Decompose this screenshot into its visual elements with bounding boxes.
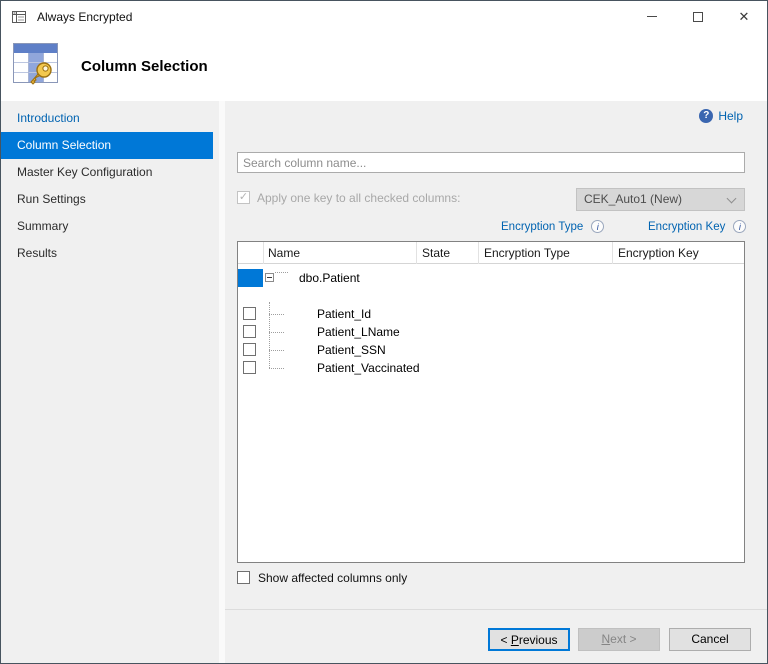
encryption-type-link-group: Encryption Type i bbox=[501, 220, 604, 233]
column-divider bbox=[612, 242, 613, 264]
next-button[interactable]: Next > bbox=[578, 628, 660, 651]
wizard-steps-sidebar: Introduction Column Selection Master Key… bbox=[1, 101, 225, 663]
encryption-type-info-icon[interactable]: i bbox=[591, 220, 604, 233]
tree-node-label[interactable]: Patient_SSN bbox=[317, 341, 386, 359]
sidebar-item-introduction[interactable]: Introduction bbox=[1, 105, 213, 132]
sidebar-item-column-selection[interactable]: Column Selection bbox=[1, 132, 213, 159]
tree-node-label[interactable]: dbo.Patient bbox=[299, 269, 360, 287]
encryption-key-link-group: Encryption Key i bbox=[648, 220, 746, 233]
column-divider bbox=[263, 242, 264, 264]
columns-table: Name State Encryption Type Encryption Ke… bbox=[237, 241, 745, 563]
encryption-type-link[interactable]: Encryption Type bbox=[501, 221, 583, 233]
table-row[interactable]: dbo.Patient bbox=[238, 269, 744, 287]
next-label: Next > bbox=[601, 632, 636, 646]
row-checkbox[interactable] bbox=[243, 325, 256, 338]
column-header-name[interactable]: Name bbox=[268, 242, 300, 264]
sidebar-item-summary[interactable]: Summary bbox=[1, 213, 213, 240]
column-header-encryption-key[interactable]: Encryption Key bbox=[618, 242, 699, 264]
table-row[interactable]: Patient_Id bbox=[238, 305, 744, 323]
show-affected-label: Show affected columns only bbox=[258, 571, 407, 585]
row-checkbox[interactable] bbox=[243, 361, 256, 374]
encryption-key-info-icon[interactable]: i bbox=[733, 220, 746, 233]
cancel-button[interactable]: Cancel bbox=[669, 628, 751, 651]
column-header-encryption-type[interactable]: Encryption Type bbox=[484, 242, 570, 264]
column-divider bbox=[416, 242, 417, 264]
close-button[interactable]: ✕ bbox=[721, 1, 767, 32]
footer-divider bbox=[225, 609, 767, 610]
chevron-down-icon bbox=[727, 194, 737, 204]
page-title: Column Selection bbox=[81, 58, 208, 75]
previous-button[interactable]: < Previous bbox=[488, 628, 570, 651]
minimize-icon bbox=[647, 16, 657, 17]
help-link[interactable]: ? Help bbox=[699, 109, 743, 123]
cancel-label: Cancel bbox=[691, 632, 728, 646]
table-row[interactable]: Patient_LName bbox=[238, 323, 744, 341]
sidebar-item-results[interactable]: Results bbox=[1, 240, 213, 267]
column-selection-panel: ? Help ✓ Apply one key to all checked co… bbox=[225, 101, 767, 663]
table-key-icon bbox=[11, 40, 61, 88]
wizard-steps-list: Introduction Column Selection Master Key… bbox=[1, 105, 213, 267]
columns-table-header: Name State Encryption Type Encryption Ke… bbox=[238, 242, 744, 264]
apply-one-key-label: Apply one key to all checked columns: bbox=[257, 191, 460, 205]
help-icon: ? bbox=[699, 109, 713, 123]
table-row[interactable]: Patient_Vaccinated bbox=[238, 359, 744, 377]
help-label: Help bbox=[718, 109, 743, 123]
sidebar-item-master-key-configuration[interactable]: Master Key Configuration bbox=[1, 159, 213, 186]
row-checkbox[interactable] bbox=[243, 307, 256, 320]
tree-collapse-icon[interactable] bbox=[265, 273, 274, 282]
tree-node-label[interactable]: Patient_Vaccinated bbox=[317, 359, 420, 377]
apply-one-key-checkbox[interactable]: ✓ bbox=[237, 191, 250, 204]
row-selector-cell[interactable] bbox=[238, 269, 263, 287]
columns-table-body: dbo.Patient Patient_Id Patient_LName Pat… bbox=[238, 264, 744, 562]
maximize-button[interactable] bbox=[675, 1, 721, 32]
window-title: Always Encrypted bbox=[37, 10, 132, 24]
window-controls: ✕ bbox=[629, 1, 767, 32]
tree-node-label[interactable]: Patient_LName bbox=[317, 323, 400, 341]
minimize-button[interactable] bbox=[629, 1, 675, 32]
title-bar: Always Encrypted ✕ bbox=[1, 1, 767, 32]
cek-dropdown-value: CEK_Auto1 (New) bbox=[584, 192, 682, 206]
sidebar-item-run-settings[interactable]: Run Settings bbox=[1, 186, 213, 213]
always-encrypted-wizard-window: Always Encrypted ✕ Column Selection Intr bbox=[0, 0, 768, 664]
search-column-input[interactable] bbox=[237, 152, 745, 173]
wizard-body: Introduction Column Selection Master Key… bbox=[1, 101, 767, 663]
cek-dropdown[interactable]: CEK_Auto1 (New) bbox=[576, 188, 745, 211]
show-affected-checkbox[interactable] bbox=[237, 571, 250, 584]
column-divider bbox=[478, 242, 479, 264]
tree-node-label[interactable]: Patient_Id bbox=[317, 305, 371, 323]
previous-label: < Previous bbox=[500, 633, 557, 647]
row-checkbox[interactable] bbox=[243, 343, 256, 356]
encryption-key-link[interactable]: Encryption Key bbox=[648, 221, 725, 233]
app-window-icon bbox=[11, 9, 27, 25]
maximize-icon bbox=[693, 12, 703, 22]
column-header-state[interactable]: State bbox=[422, 242, 450, 264]
close-icon: ✕ bbox=[739, 10, 750, 23]
page-header: Column Selection bbox=[1, 32, 767, 101]
table-row[interactable]: Patient_SSN bbox=[238, 341, 744, 359]
